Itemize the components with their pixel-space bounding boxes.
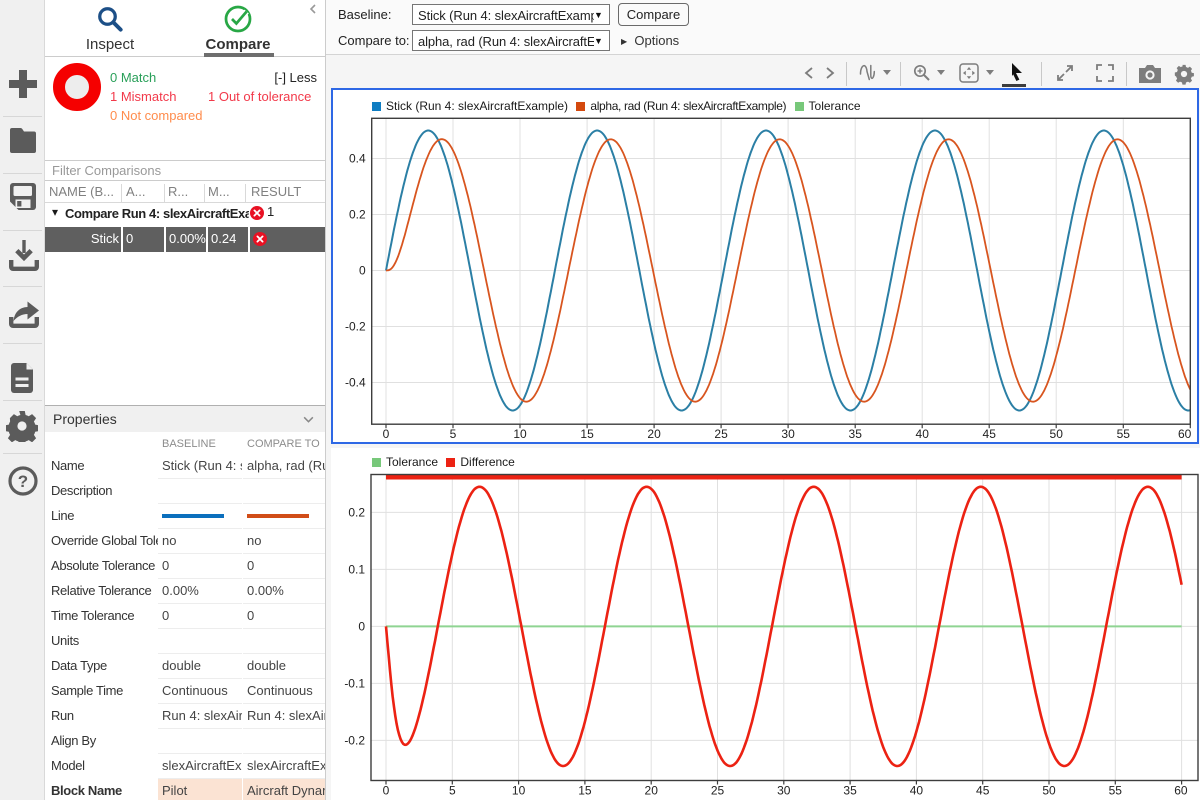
svg-text:0: 0 (358, 619, 365, 633)
svg-text:-0.1: -0.1 (344, 676, 365, 690)
svg-text:40: 40 (910, 783, 924, 797)
svg-text:45: 45 (983, 427, 997, 440)
svg-text:5: 5 (449, 783, 456, 797)
svg-text:55: 55 (1109, 783, 1123, 797)
svg-text:15: 15 (580, 427, 594, 440)
svg-text:55: 55 (1117, 427, 1131, 440)
svg-text:0: 0 (383, 427, 390, 440)
svg-text:35: 35 (849, 427, 863, 440)
svg-text:0: 0 (383, 783, 390, 797)
svg-text:50: 50 (1050, 427, 1064, 440)
svg-text:10: 10 (512, 783, 526, 797)
svg-text:15: 15 (578, 783, 592, 797)
svg-text:35: 35 (843, 783, 857, 797)
svg-text:-0.4: -0.4 (345, 376, 366, 390)
svg-text:30: 30 (781, 427, 795, 440)
svg-text:20: 20 (645, 783, 659, 797)
svg-text:?: ? (17, 472, 27, 491)
svg-text:30: 30 (777, 783, 791, 797)
svg-text:60: 60 (1174, 783, 1188, 797)
svg-text:0.2: 0.2 (348, 505, 365, 519)
svg-text:0.1: 0.1 (348, 562, 365, 576)
svg-text:-0.2: -0.2 (344, 733, 365, 747)
svg-text:40: 40 (916, 427, 930, 440)
svg-text:45: 45 (976, 783, 990, 797)
svg-text:20: 20 (647, 427, 661, 440)
svg-text:10: 10 (513, 427, 527, 440)
svg-text:0.4: 0.4 (349, 152, 366, 166)
svg-text:5: 5 (450, 427, 457, 440)
svg-text:0: 0 (359, 264, 366, 278)
svg-text:50: 50 (1042, 783, 1056, 797)
svg-text:0.2: 0.2 (349, 208, 366, 222)
svg-text:25: 25 (711, 783, 725, 797)
svg-text:-0.2: -0.2 (345, 320, 366, 334)
svg-text:25: 25 (714, 427, 728, 440)
svg-text:60: 60 (1178, 427, 1192, 440)
